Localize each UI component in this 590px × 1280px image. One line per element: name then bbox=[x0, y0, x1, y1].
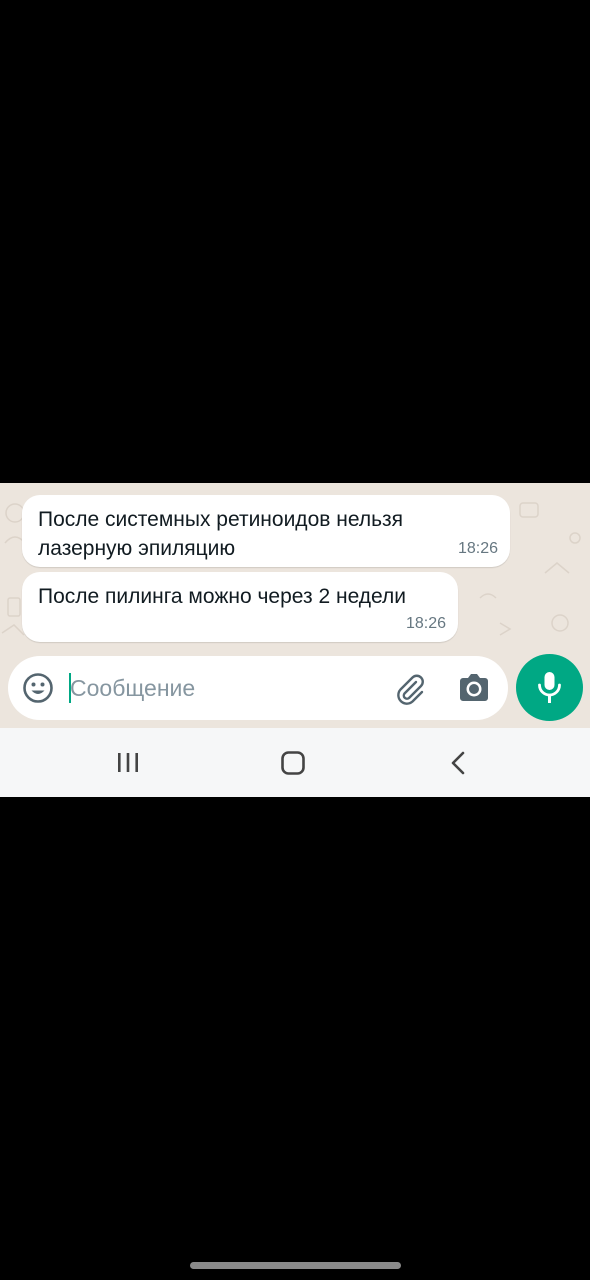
mic-icon bbox=[538, 672, 561, 703]
message-composer bbox=[8, 656, 508, 720]
recent-apps-icon[interactable] bbox=[110, 746, 146, 780]
message-bubble[interactable]: После системных ретиноидов нельзя лазерн… bbox=[22, 495, 510, 567]
home-icon[interactable] bbox=[275, 746, 311, 780]
system-navigation-bar bbox=[0, 728, 590, 797]
message-input[interactable] bbox=[70, 668, 370, 708]
camera-icon[interactable] bbox=[457, 672, 491, 704]
voice-record-button[interactable] bbox=[516, 654, 583, 721]
gesture-handle[interactable] bbox=[190, 1262, 401, 1269]
message-timestamp: 18:26 bbox=[457, 540, 498, 557]
message-timestamp: 18:26 bbox=[405, 615, 446, 632]
message-bubble[interactable]: После пилинга можно через 2 недели 18:26 bbox=[22, 572, 458, 642]
message-text: После пилинга можно через 2 недели bbox=[38, 585, 407, 608]
paperclip-icon[interactable] bbox=[392, 671, 428, 707]
message-text: После системных ретиноидов нельзя лазерн… bbox=[38, 508, 404, 560]
emoji-icon[interactable] bbox=[22, 672, 54, 704]
back-icon[interactable] bbox=[441, 746, 477, 780]
chat-area: После системных ретиноидов нельзя лазерн… bbox=[0, 483, 590, 728]
phone-screen: После системных ретиноидов нельзя лазерн… bbox=[0, 0, 590, 1280]
